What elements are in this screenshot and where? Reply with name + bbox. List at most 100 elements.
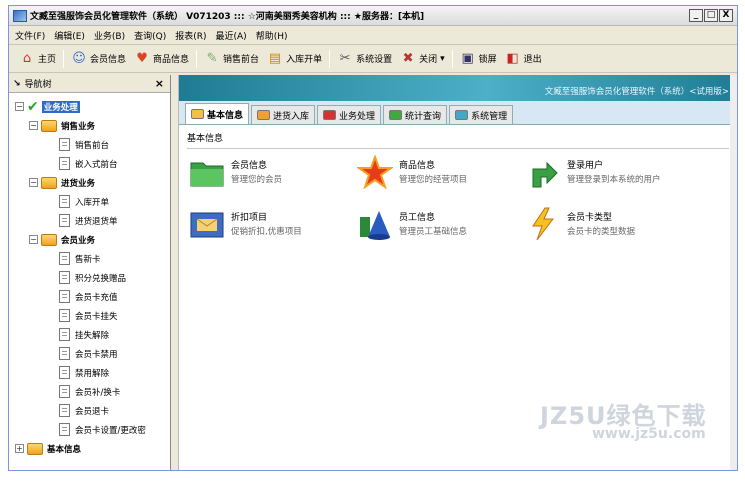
- tree-item-embedded-counter[interactable]: 嵌入式前台: [15, 154, 170, 173]
- member-info-item[interactable]: 会员信息 管理您的会员: [189, 155, 357, 193]
- tab-system[interactable]: 系统管理: [449, 105, 514, 124]
- collapse-icon[interactable]: −: [29, 235, 38, 244]
- users-icon: ☺: [72, 50, 86, 66]
- lock-label: 锁屏: [478, 55, 497, 65]
- tree-group-purchase[interactable]: − 进货业务: [15, 173, 170, 192]
- tree-group-basic-info[interactable]: + 基本信息: [15, 439, 170, 458]
- menu-report[interactable]: 报表(R): [175, 29, 206, 42]
- title-bar: 文臧至强服饰会员化管理软件（系统） V071203 ::: ☆河南美丽秀美容机构…: [9, 6, 737, 26]
- toolbar-separator: [63, 49, 65, 68]
- tab-purchase[interactable]: 进货入库: [251, 105, 316, 124]
- tab-business[interactable]: 业务处理: [317, 105, 382, 124]
- tree-group-label: 会员业务: [61, 235, 96, 246]
- watermark-url: www.jz5u.com: [592, 426, 706, 442]
- close-window-button[interactable]: X: [719, 9, 733, 22]
- page-icon: [59, 423, 70, 436]
- member-info-button[interactable]: ☺ 会员信息: [67, 47, 130, 71]
- star-icon: [357, 155, 393, 189]
- tree-item-label: 入库开单: [75, 197, 110, 208]
- tab-folder-icon: [323, 110, 337, 120]
- tree-group-sales[interactable]: − 销售业务: [15, 116, 170, 135]
- tab-statistics[interactable]: 统计查询: [383, 105, 448, 124]
- staff-info-item[interactable]: 员工信息 管理员工基础信息: [357, 207, 525, 245]
- menu-recent[interactable]: 最近(A): [216, 29, 247, 42]
- close-dropdown-button[interactable]: ✖ 关闭 ▾: [396, 47, 449, 71]
- tab-basic-info[interactable]: 基本信息: [185, 103, 250, 124]
- tree-item[interactable]: 会员卡设置/更改密: [15, 420, 170, 439]
- expand-icon[interactable]: +: [15, 444, 24, 453]
- home-button[interactable]: ⌂ 主页: [15, 47, 60, 71]
- chevron-down-icon: ▾: [440, 53, 445, 64]
- product-info-button[interactable]: ♥ 商品信息: [130, 47, 193, 71]
- tree-item[interactable]: 售新卡: [15, 249, 170, 268]
- tree-item[interactable]: 会员卡挂失: [15, 306, 170, 325]
- nav-header: ↘ 导航树 ×: [9, 75, 170, 93]
- menu-edit[interactable]: 编辑(E): [54, 29, 85, 42]
- tree-item-sales-counter[interactable]: 销售前台: [15, 135, 170, 154]
- tree-item[interactable]: 会员退卡: [15, 401, 170, 420]
- product-info-item[interactable]: 商品信息 管理您的经营项目: [357, 155, 525, 193]
- tree-item-purchase-return[interactable]: 进货退货单: [15, 211, 170, 230]
- navigation-tree-panel: ↘ 导航树 × − ✔ 业务处理 − 销售业务 销售前台 嵌入式前台 − 进货业…: [9, 75, 171, 470]
- discount-item[interactable]: 折扣项目促销折扣,优惠项目: [189, 207, 357, 245]
- tree-item-label: 挂失解除: [75, 330, 110, 341]
- splitter[interactable]: [171, 75, 179, 470]
- stock-in-label: 入库开单: [286, 55, 323, 65]
- window-controls: _ □ X: [689, 9, 733, 22]
- page-icon: [59, 252, 70, 265]
- tree-item[interactable]: 挂失解除: [15, 325, 170, 344]
- tree-root[interactable]: − ✔ 业务处理: [15, 97, 170, 116]
- register-icon: ✎: [206, 50, 218, 66]
- panel-title: 基本信息: [187, 131, 729, 149]
- tab-folder-icon: [257, 110, 271, 120]
- tab-label: 统计查询: [405, 111, 442, 122]
- menu-business[interactable]: 业务(B): [94, 29, 125, 42]
- tree-item[interactable]: 会员卡禁用: [15, 344, 170, 363]
- page-icon: [59, 385, 70, 398]
- tree-item[interactable]: 积分兑换赠品: [15, 268, 170, 287]
- tab-label: 系统管理: [471, 111, 508, 122]
- page-icon: [59, 157, 70, 170]
- nav-close-button[interactable]: ×: [155, 77, 164, 90]
- vertical-scrollbar[interactable]: [730, 75, 737, 470]
- nav-arrow-icon: ↘: [13, 78, 21, 89]
- item-name: 折扣项目: [231, 213, 268, 223]
- card-type-item[interactable]: 会员卡类型 会员卡的类型数据: [525, 207, 693, 245]
- lock-screen-button[interactable]: ▣ 锁屏: [456, 47, 501, 71]
- function-grid: 会员信息 管理您的会员 商品信息 管理您的经营项目 登录用户 管理登录到本系统的用户: [189, 155, 729, 245]
- tree-group-member[interactable]: − 会员业务: [15, 230, 170, 249]
- exit-label: 退出: [523, 55, 542, 65]
- collapse-icon[interactable]: −: [29, 121, 38, 130]
- close-label: 关闭: [419, 55, 438, 65]
- item-desc: 促销折扣,优惠项目: [231, 227, 302, 237]
- tab-folder-icon: [191, 109, 204, 119]
- tree-item-label: 嵌入式前台: [75, 159, 118, 170]
- tree-item-label: 进货退货单: [75, 216, 118, 227]
- sales-counter-label: 销售前台: [223, 55, 260, 65]
- maximize-button[interactable]: □: [704, 9, 718, 22]
- collapse-icon[interactable]: −: [29, 178, 38, 187]
- tree-item-label: 会员卡充值: [75, 292, 118, 303]
- envelope-icon: [190, 212, 224, 238]
- folder-icon: [41, 119, 57, 132]
- menu-query[interactable]: 查询(Q): [134, 29, 166, 42]
- minimize-button[interactable]: _: [689, 9, 703, 22]
- collapse-icon[interactable]: −: [15, 102, 24, 111]
- tree-item[interactable]: 会员卡充值: [15, 287, 170, 306]
- tree-item[interactable]: 禁用解除: [15, 363, 170, 382]
- tab-folder-icon: [389, 110, 403, 120]
- sales-counter-button[interactable]: ✎ 销售前台: [200, 47, 263, 71]
- tree-item-stock-in[interactable]: 入库开单: [15, 192, 170, 211]
- exit-button[interactable]: ◧ 退出: [501, 47, 546, 71]
- page-icon: [59, 347, 70, 360]
- page-icon: [59, 138, 70, 151]
- menu-help[interactable]: 帮助(H): [256, 29, 288, 42]
- tree-item[interactable]: 会员补/换卡: [15, 382, 170, 401]
- tree-item-label: 会员补/换卡: [75, 387, 121, 398]
- login-user-item[interactable]: 登录用户 管理登录到本系统的用户: [525, 155, 693, 193]
- close-doc-icon: ✖: [402, 50, 414, 66]
- stock-in-button[interactable]: ▤ 入库开单: [263, 47, 326, 71]
- menu-file[interactable]: 文件(F): [15, 29, 45, 42]
- item-desc: 管理员工基础信息: [399, 227, 468, 237]
- system-settings-button[interactable]: ✂ 系统设置: [333, 47, 396, 71]
